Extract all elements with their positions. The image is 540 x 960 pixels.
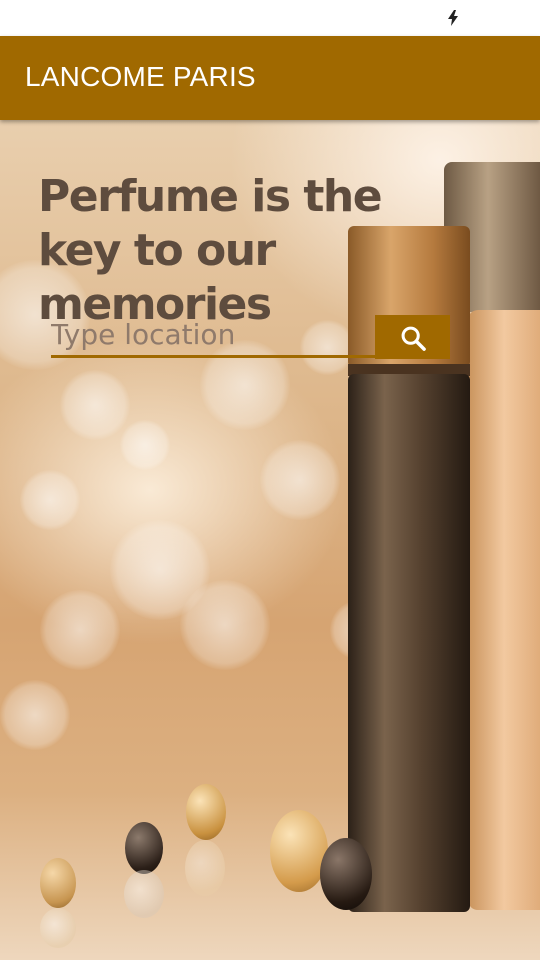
page-headline: Perfume is the key to our memories bbox=[38, 171, 383, 330]
flash-icon bbox=[448, 10, 458, 26]
status-bar bbox=[0, 0, 540, 36]
app-title: LANCOME PARIS bbox=[25, 61, 256, 92]
search-icon bbox=[401, 326, 426, 351]
location-search-input[interactable] bbox=[51, 313, 375, 358]
app-bar: LANCOME PARIS bbox=[0, 36, 540, 120]
search-button[interactable] bbox=[375, 315, 450, 359]
